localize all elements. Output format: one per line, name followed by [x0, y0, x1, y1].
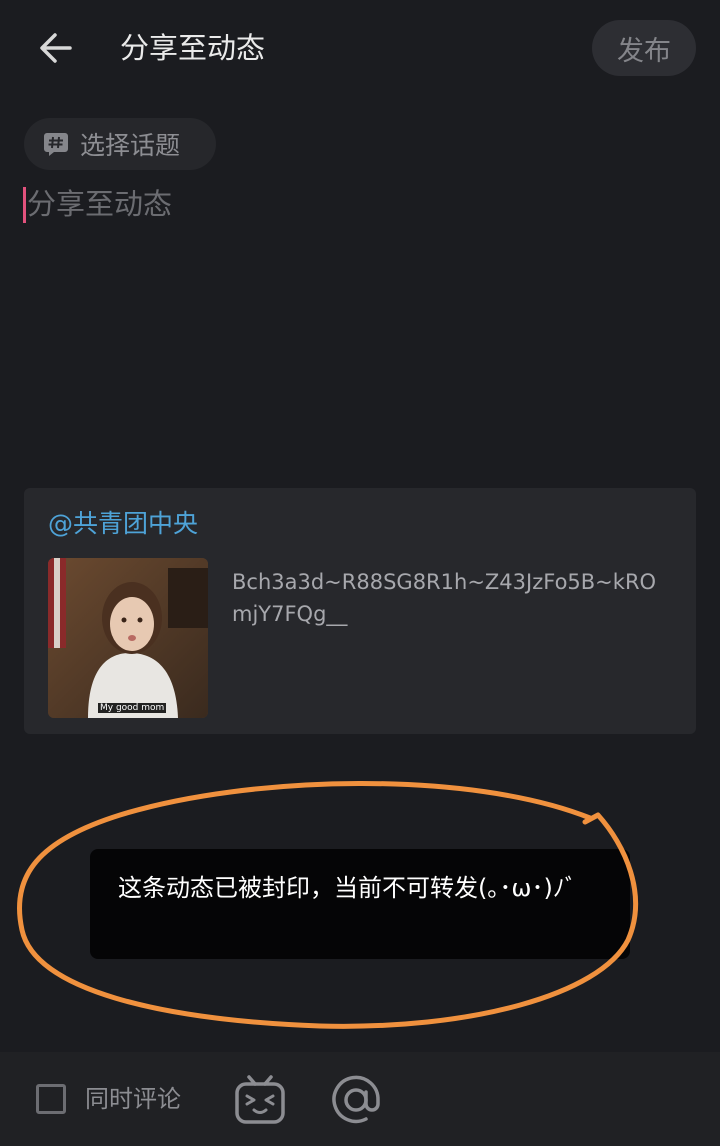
publish-button[interactable]: 发布 — [592, 20, 696, 76]
toast-message: 这条动态已被封印，当前不可转发(｡･ω･)ﾉﾞ — [90, 849, 630, 959]
page-title: 分享至动态 — [120, 31, 266, 65]
back-button[interactable] — [30, 24, 82, 72]
tv-emoji-icon — [235, 1075, 285, 1124]
shared-post-card[interactable]: @共青团中央 My good mom Bch3a3d~R88SG8R1h~Z43… — [24, 488, 696, 734]
shared-post-text: Bch3a3d~R88SG8R1h~Z43JzFo5B~kROmjY7FQg__ — [232, 570, 657, 626]
emoji-button[interactable] — [234, 1072, 286, 1126]
at-icon — [332, 1075, 380, 1124]
mention-button[interactable] — [328, 1072, 384, 1128]
select-topic-button[interactable]: 选择话题 — [24, 118, 216, 170]
select-topic-label: 选择话题 — [80, 131, 181, 160]
comment-too-checkbox[interactable] — [36, 1084, 66, 1114]
toast-text: 这条动态已被封印，当前不可转发(｡･ω･)ﾉﾞ — [118, 874, 577, 902]
shared-post-author[interactable]: @共青团中央 — [48, 506, 198, 542]
shared-post-thumbnail: My good mom — [48, 558, 208, 718]
text-cursor — [23, 187, 26, 223]
hashtag-bubble-icon — [43, 131, 69, 157]
thumbnail-caption: My good mom — [98, 703, 167, 713]
back-arrow-icon — [40, 33, 72, 63]
bottom-toolbar: 同时评论 — [0, 1052, 720, 1146]
comment-too-label[interactable]: 同时评论 — [85, 1082, 181, 1116]
post-text-input[interactable]: 分享至动态 — [27, 184, 172, 224]
